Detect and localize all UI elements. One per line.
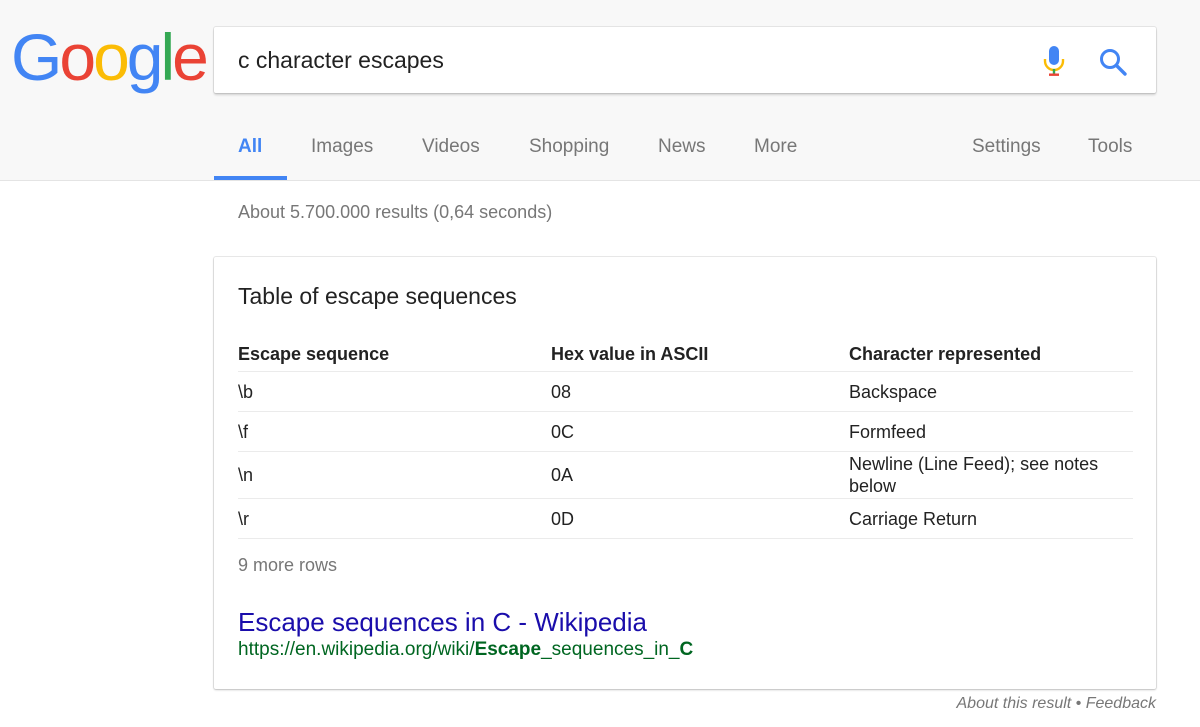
url-bold-term: C [679, 639, 694, 660]
table-row: \r 0D Carriage Return [238, 498, 1133, 539]
tab-shopping[interactable]: Shopping [529, 136, 609, 158]
active-tab-indicator [214, 176, 287, 180]
table-cell: \r [238, 498, 551, 539]
result-title-link[interactable]: Escape sequences in C - Wikipedia [238, 607, 647, 638]
tab-tools[interactable]: Tools [1088, 136, 1132, 158]
table-cell: Newline (Line Feed); see notes below [849, 451, 1133, 499]
column-header: Hex value in ASCII [551, 337, 849, 372]
escape-sequence-table: Escape sequence Hex value in ASCII Chara… [238, 337, 1133, 539]
table-row: \b 08 Backspace [238, 371, 1133, 412]
logo-letter: l [160, 20, 176, 94]
tab-images[interactable]: Images [311, 136, 373, 158]
table-row: \f 0C Formfeed [238, 411, 1133, 452]
mic-icon[interactable] [1042, 45, 1066, 77]
logo-letter: o [59, 20, 96, 94]
table-cell: \b [238, 371, 551, 412]
table-cell: \n [238, 451, 551, 499]
about-this-result-link[interactable]: About this result [957, 695, 1072, 712]
table-cell: Formfeed [849, 411, 1133, 452]
tab-settings[interactable]: Settings [972, 136, 1041, 158]
feedback-link[interactable]: Feedback [1086, 695, 1156, 712]
more-rows-link[interactable]: 9 more rows [238, 555, 337, 576]
table-cell: Backspace [849, 371, 1133, 412]
logo-letter: e [172, 20, 209, 94]
footer-separator: • [1071, 695, 1086, 712]
snippet-title: Table of escape sequences [238, 283, 517, 309]
logo-letter: g [126, 20, 164, 94]
table-cell: 08 [551, 371, 849, 412]
column-header: Character represented [849, 337, 1133, 372]
table-cell: Carriage Return [849, 498, 1133, 539]
google-logo[interactable]: Google [11, 20, 209, 94]
featured-snippet-card: Table of escape sequences Escape sequenc… [214, 257, 1156, 689]
table-header-row: Escape sequence Hex value in ASCII Chara… [238, 337, 1133, 372]
tab-all[interactable]: All [238, 136, 262, 158]
result-url: https://en.wikipedia.org/wiki/Escape_seq… [238, 639, 693, 661]
search-icon[interactable] [1098, 47, 1128, 77]
table-cell: \f [238, 411, 551, 452]
tab-videos[interactable]: Videos [422, 136, 480, 158]
table-cell: 0A [551, 451, 849, 499]
snippet-footer: About this result • Feedback [957, 695, 1157, 713]
url-prefix: https://en.wikipedia.org/wiki/ [238, 639, 475, 660]
result-stats: About 5.700.000 results (0,64 seconds) [238, 202, 553, 222]
tab-more[interactable]: More [754, 136, 797, 158]
table-cell: 0D [551, 498, 849, 539]
header: Google All Images Videos Shopping News M… [0, 0, 1200, 181]
logo-letter: G [11, 20, 62, 94]
url-bold-term: Escape [474, 639, 542, 660]
search-input[interactable] [238, 27, 998, 93]
table-row: \n 0A Newline (Line Feed); see notes bel… [238, 451, 1133, 499]
tab-news[interactable]: News [658, 136, 706, 158]
search-tabs: All Images Videos Shopping News More Set… [214, 122, 1156, 180]
url-middle: _sequences_in_ [541, 639, 680, 660]
table-cell: 0C [551, 411, 849, 452]
logo-letter: o [93, 20, 130, 94]
column-header: Escape sequence [238, 337, 551, 372]
search-box [214, 27, 1156, 93]
